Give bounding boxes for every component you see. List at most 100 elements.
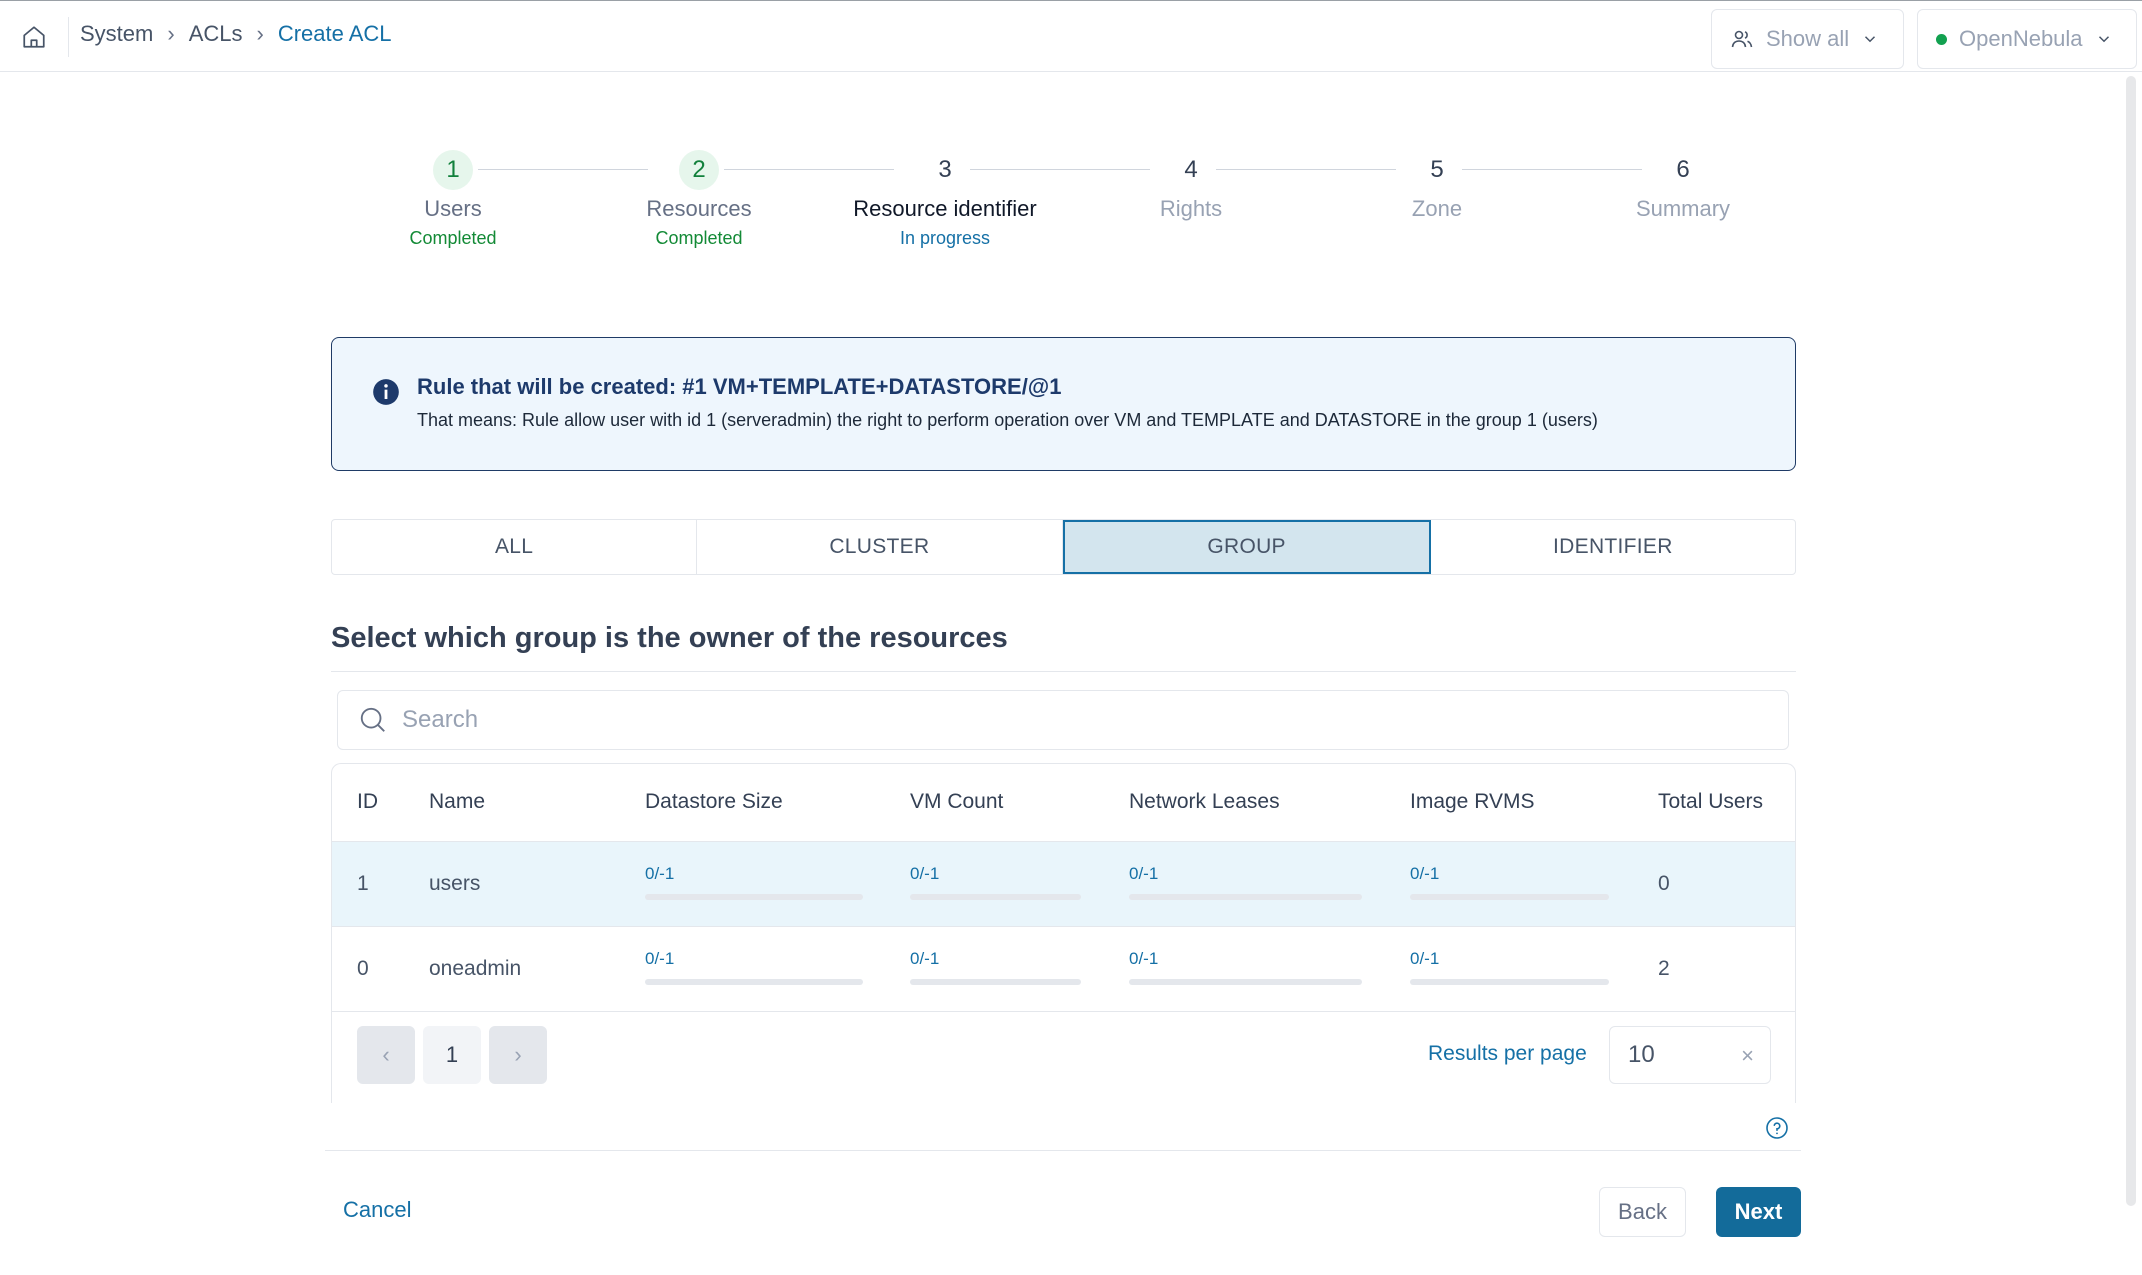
results-per-page-value: 10 <box>1628 1041 1655 1068</box>
image-quota: 0/-1 <box>1410 949 1609 985</box>
users-filter-button[interactable]: Show all <box>1711 9 1904 69</box>
next-button[interactable]: Next <box>1716 1187 1801 1237</box>
zone-label: OpenNebula <box>1959 26 2083 51</box>
quota-bar <box>910 894 1081 900</box>
step-title: Resources <box>646 196 752 221</box>
home-button[interactable] <box>18 21 50 53</box>
datastore-quota: 0/-1 <box>645 864 863 900</box>
tab-group[interactable]: GROUP <box>1062 520 1431 574</box>
quota-bar <box>645 894 863 900</box>
network-quota: 0/-1 <box>1129 949 1362 985</box>
quota-label: 0/-1 <box>645 864 675 883</box>
vertical-scrollbar[interactable] <box>2126 76 2136 1206</box>
quota-bar <box>1129 979 1362 985</box>
quota-label: 0/-1 <box>1410 864 1440 883</box>
quota-label: 0/-1 <box>1129 949 1159 968</box>
step-title: Users <box>424 196 482 221</box>
chevron-down-icon <box>1865 36 1876 43</box>
groups-table: ID Name Datastore Size VM Count Network … <box>331 763 1796 1103</box>
search-box[interactable] <box>337 690 1789 750</box>
vm-quota: 0/-1 <box>910 949 1081 985</box>
column-header-network-leases[interactable]: Network Leases <box>1129 790 1280 814</box>
stepper: 1 Users Completed 2 Resources Completed … <box>330 150 1800 250</box>
step-number: 5 <box>1430 156 1444 183</box>
step-rights: 4 Rights <box>1068 150 1314 222</box>
table-header: ID Name Datastore Size VM Count Network … <box>332 764 1795 842</box>
table-row[interactable]: 0 oneadmin 0/-1 0/-1 0/-1 0/-1 2 <box>332 927 1795 1012</box>
section-divider <box>331 671 1796 672</box>
row-name: users <box>429 872 481 895</box>
column-header-name[interactable]: Name <box>429 790 485 814</box>
row-id: 1 <box>357 872 369 895</box>
step-status: In progress <box>899 228 991 248</box>
step-resource-identifier[interactable]: 3 Resource identifier In progress <box>822 150 1068 249</box>
column-header-vm-count[interactable]: VM Count <box>910 790 1003 814</box>
breadcrumb-acls[interactable]: ACLs <box>189 21 243 47</box>
quota-label: 0/-1 <box>910 949 940 968</box>
page-1-button[interactable]: 1 <box>423 1026 481 1084</box>
network-quota: 0/-1 <box>1129 864 1362 900</box>
step-users[interactable]: 1 Users Completed <box>330 150 576 249</box>
chevron-right-icon: › <box>256 21 264 46</box>
breadcrumb: System › ACLs › Create ACL <box>80 21 392 47</box>
step-number: 2 <box>679 150 719 190</box>
footer-divider <box>325 1150 1801 1151</box>
row-total-users: 0 <box>1658 872 1670 895</box>
chevron-down-icon <box>2098 36 2109 43</box>
image-quota: 0/-1 <box>1410 864 1609 900</box>
vm-quota: 0/-1 <box>910 864 1081 900</box>
resource-identifier-tabs: ALL CLUSTER GROUP IDENTIFIER <box>331 519 1796 575</box>
tab-all[interactable]: ALL <box>332 520 698 574</box>
quota-label: 0/-1 <box>1410 949 1440 968</box>
rule-info-alert: Rule that will be created: #1 VM+TEMPLAT… <box>331 337 1796 471</box>
tab-identifier[interactable]: IDENTIFIER <box>1431 520 1795 574</box>
next-page-button[interactable]: › <box>489 1026 547 1084</box>
home-icon <box>23 26 45 48</box>
users-icon <box>1731 30 1753 48</box>
column-header-image-rvms[interactable]: Image RVMS <box>1410 790 1535 814</box>
search-input[interactable] <box>402 706 1702 734</box>
step-number: 4 <box>1184 156 1198 183</box>
column-header-datastore-size[interactable]: Datastore Size <box>645 790 783 814</box>
results-per-page-input[interactable]: 10 × <box>1609 1026 1771 1084</box>
breadcrumb-current: Create ACL <box>277 21 392 46</box>
info-icon <box>373 379 399 405</box>
step-resources[interactable]: 2 Resources Completed <box>576 150 822 249</box>
help-icon[interactable] <box>1765 1116 1789 1140</box>
alert-body: That means: Rule allow user with id 1 (s… <box>417 410 1598 430</box>
row-id: 0 <box>357 957 369 980</box>
quota-bar <box>1410 894 1609 900</box>
clear-icon[interactable]: × <box>1741 1043 1754 1069</box>
quota-bar <box>645 979 863 985</box>
cancel-button[interactable]: Cancel <box>343 1197 411 1223</box>
top-bar: System › ACLs › Create ACL Show all Open… <box>0 0 2142 72</box>
quota-label: 0/-1 <box>1129 864 1159 883</box>
breadcrumb-system[interactable]: System <box>80 21 153 47</box>
quota-label: 0/-1 <box>910 864 940 883</box>
users-filter-label: Show all <box>1766 26 1850 51</box>
previous-page-button[interactable]: ‹ <box>357 1026 415 1084</box>
home-divider <box>68 17 69 57</box>
step-number: 3 <box>938 156 952 183</box>
step-title: Resource identifier <box>853 196 1037 221</box>
step-title: Summary <box>1635 196 1731 221</box>
table-row[interactable]: 1 users 0/-1 0/-1 0/-1 0/-1 0 <box>332 842 1795 927</box>
quota-bar <box>1129 894 1362 900</box>
quota-bar <box>910 979 1081 985</box>
step-summary: 6 Summary <box>1560 150 1806 222</box>
step-status: Completed <box>409 228 497 248</box>
step-number: 1 <box>433 150 473 190</box>
column-header-id[interactable]: ID <box>357 790 378 814</box>
step-status: Completed <box>655 228 743 248</box>
column-header-total-users[interactable]: Total Users <box>1658 790 1763 814</box>
pagination: ‹ 1 › Results per page 10 × <box>332 1026 1795 1103</box>
quota-label: 0/-1 <box>645 949 675 968</box>
chevron-right-icon: › <box>167 21 175 46</box>
step-title: Zone <box>1411 196 1463 221</box>
back-button[interactable]: Back <box>1599 1187 1686 1237</box>
row-name: oneadmin <box>429 957 522 980</box>
search-icon <box>360 707 385 732</box>
zone-status-dot <box>1936 33 1947 45</box>
tab-cluster[interactable]: CLUSTER <box>697 520 1063 574</box>
zone-selector-button[interactable]: OpenNebula <box>1917 9 2137 69</box>
